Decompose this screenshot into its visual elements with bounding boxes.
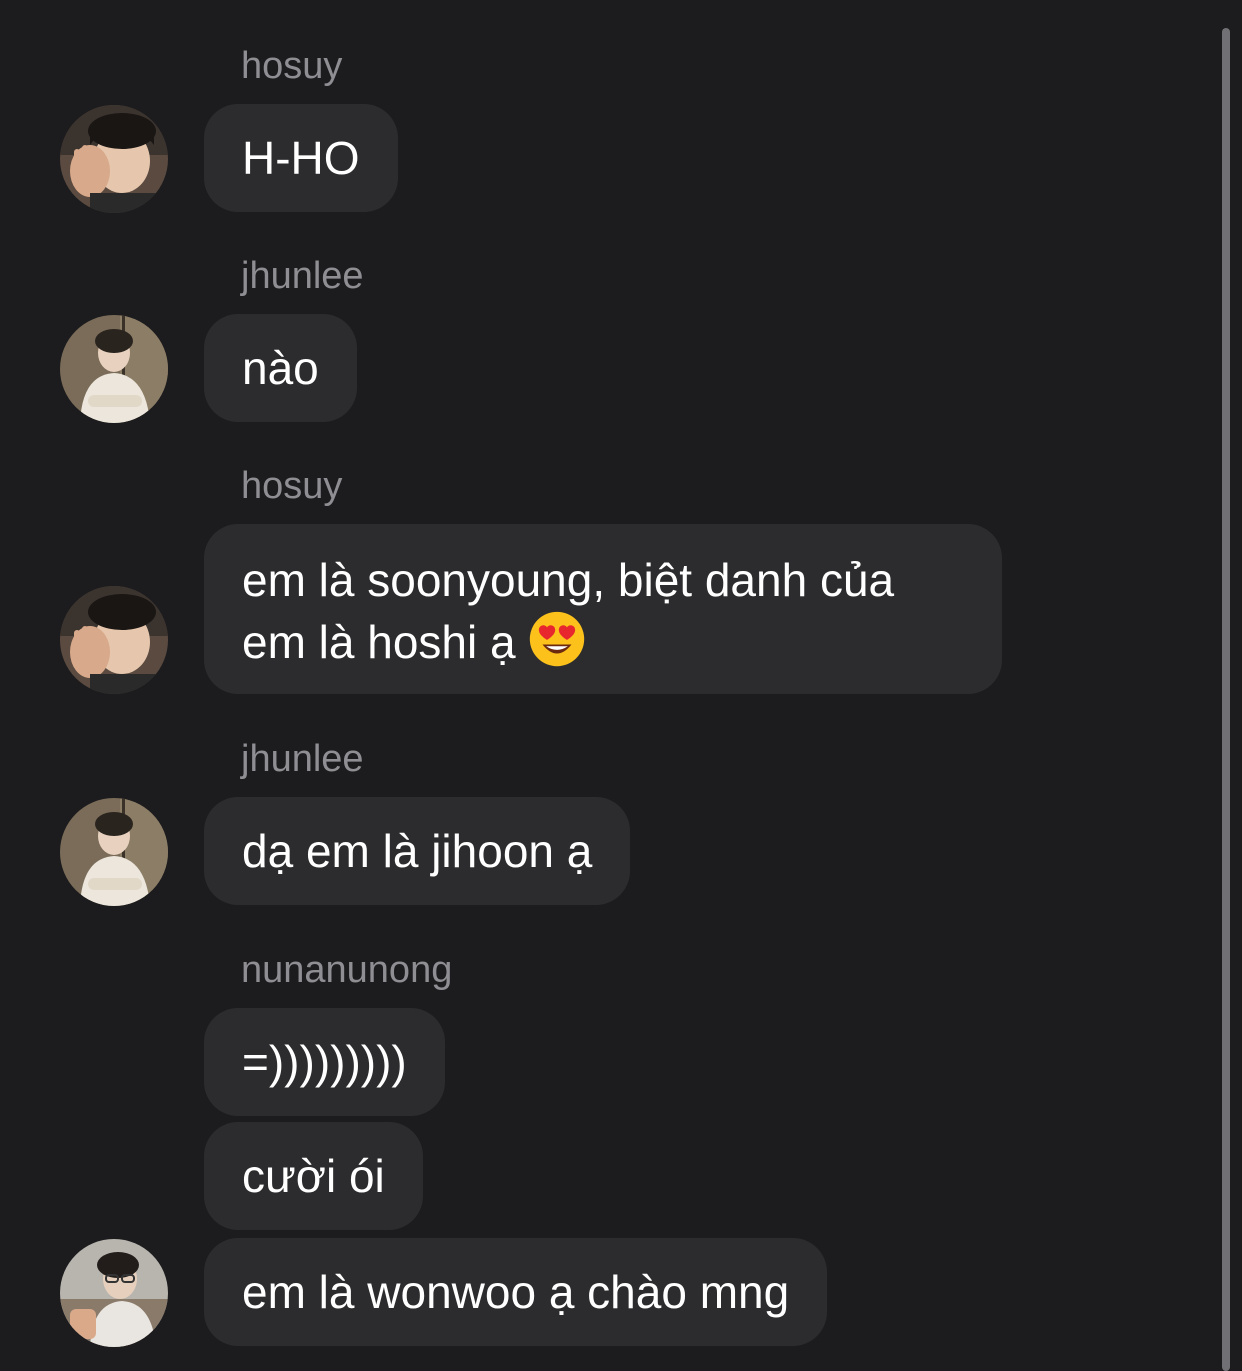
avatar[interactable] bbox=[60, 315, 168, 423]
message-bubble[interactable]: =))))))))) bbox=[204, 1008, 445, 1116]
message-bubble[interactable]: H-HO bbox=[204, 104, 398, 212]
sender-name: jhunlee bbox=[241, 738, 364, 780]
chat-thread: hosuy H-HO jhunlee nào hosuy em là soony… bbox=[0, 0, 1242, 1371]
message-bubble[interactable]: em là wonwoo ạ chào mng bbox=[204, 1238, 828, 1346]
message-text-line: em là soonyoung, biệt danh của bbox=[242, 554, 895, 606]
message-text-line-2: em là hoshi ạ bbox=[242, 610, 964, 672]
avatar[interactable] bbox=[60, 105, 168, 213]
avatar[interactable] bbox=[60, 798, 168, 906]
scrollbar[interactable] bbox=[1222, 28, 1230, 1371]
message-text-line: em là hoshi ạ bbox=[242, 616, 516, 668]
message-bubble[interactable]: cười ói bbox=[204, 1122, 423, 1230]
heart-eyes-emoji-icon bbox=[529, 611, 584, 667]
avatar[interactable] bbox=[60, 586, 168, 694]
message-text: =))))))))) bbox=[242, 1036, 407, 1088]
message-text: cười ói bbox=[242, 1150, 385, 1202]
sender-name: jhunlee bbox=[241, 255, 364, 297]
avatar[interactable] bbox=[60, 1239, 168, 1347]
message-text: em là wonwoo ạ chào mng bbox=[242, 1266, 790, 1318]
message-bubble[interactable]: nào bbox=[204, 314, 357, 422]
sender-name: hosuy bbox=[241, 45, 343, 87]
message-bubble[interactable]: dạ em là jihoon ạ bbox=[204, 797, 631, 905]
message-bubble[interactable]: em là soonyoung, biệt danh của em là hos… bbox=[204, 524, 1002, 694]
sender-name: hosuy bbox=[241, 465, 343, 507]
message-text: H-HO bbox=[242, 132, 360, 184]
sender-name: nunanunong bbox=[241, 949, 453, 991]
message-text: nào bbox=[242, 342, 319, 394]
message-text: dạ em là jihoon ạ bbox=[242, 825, 593, 877]
